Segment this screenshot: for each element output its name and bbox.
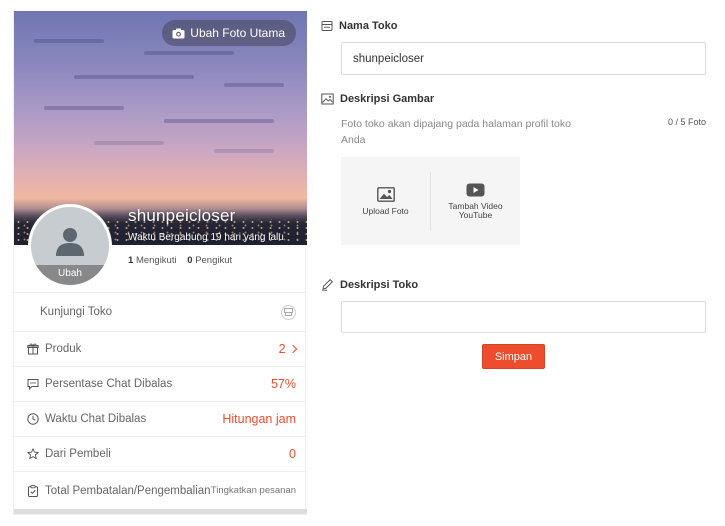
follow-stats: 1 Mengikuti 0 Pengikut (128, 255, 232, 266)
shop-desc-field-label: Deskripsi Toko (321, 278, 418, 291)
youtube-play-icon (466, 183, 485, 196)
shop-name-input-value: shunpeicloser (353, 52, 424, 65)
shop-name-heading: shunpeicloser (128, 206, 236, 225)
products-value: 2 (279, 342, 298, 356)
shop-name-input[interactable]: shunpeicloser (341, 42, 706, 75)
camera-icon (172, 28, 185, 39)
cancellation-hint: Tingkatkan pesanan (210, 485, 296, 496)
shop-desc-input[interactable] (341, 301, 706, 333)
chat-time-label: Waktu Chat Dibalas (45, 413, 147, 425)
following-count: 1 (128, 255, 134, 266)
pencil-icon (322, 279, 333, 291)
chat-rate-value: 57% (270, 377, 296, 391)
chat-bubble-icon (27, 378, 39, 390)
chevron-right-icon (288, 344, 298, 354)
ratings-row: Dari Pembeli 0 (14, 436, 307, 471)
save-button[interactable]: Simpan (482, 344, 545, 369)
image-counter: 0 / 5 Foto (667, 117, 706, 127)
followers-label: Pengikut (195, 255, 233, 266)
photo-icon (376, 186, 395, 202)
avatar-edit-button[interactable]: Ubah (31, 265, 109, 285)
products-label: Produk (45, 343, 82, 355)
cancellation-label: Total Pembatalan/Pengembalian (45, 484, 211, 497)
upload-photo-button[interactable]: Upload Foto (341, 157, 430, 245)
shop-name-field-label: Nama Toko (321, 20, 397, 32)
visit-shop-row[interactable]: Kunjungi Toko (14, 292, 307, 331)
cancellation-row: Total Pembatalan/Pengembalian Tingkatkan… (14, 471, 307, 509)
upload-photo-label: Upload Foto (362, 205, 409, 216)
gift-box-icon (27, 343, 39, 355)
image-desc-label-text: Deskripsi Gambar (340, 93, 435, 105)
scroll-bar[interactable] (14, 509, 307, 514)
visit-shop-label: Kunjungi Toko (40, 306, 113, 318)
following-label: Mengikuti (135, 255, 177, 266)
products-row[interactable]: Produk 2 (14, 331, 307, 366)
add-video-label: Tambah Video YouTube (448, 200, 503, 220)
avatar[interactable]: Ubah (28, 204, 112, 288)
card-icon (321, 21, 333, 31)
media-upload-box: Upload Foto Tambah Video YouTube (341, 157, 520, 245)
ratings-label: Dari Pembeli (45, 448, 111, 460)
chat-time-value: Hitungan jam (222, 412, 296, 426)
followers-count: 0 (187, 255, 193, 266)
add-youtube-video-button[interactable]: Tambah Video YouTube (431, 157, 520, 245)
image-desc-help-text: Foto toko akan dipajang pada halaman pro… (341, 118, 571, 146)
shop-name-label-text: Nama Toko (339, 20, 398, 32)
image-desc-field-label: Deskripsi Gambar (321, 93, 434, 105)
storefront-icon (281, 304, 296, 320)
shop-profile-card: Ubah Foto Utama shunpeicloser Waktu Berg… (13, 11, 307, 515)
chat-time-row: Waktu Chat Dibalas Hitungan jam (14, 401, 307, 436)
clipboard-icon (27, 484, 39, 497)
joined-time: Waktu Bergabung 19 hari yang lalu (128, 232, 284, 243)
image-icon (321, 93, 334, 105)
change-cover-photo-button[interactable]: Ubah Foto Utama (162, 20, 296, 46)
chat-rate-label: Persentase Chat Dibalas (45, 378, 173, 390)
chat-rate-row: Persentase Chat Dibalas 57% (14, 366, 307, 401)
clock-icon (27, 413, 39, 425)
star-icon (27, 448, 39, 460)
shop-desc-label-text: Deskripsi Toko (340, 278, 419, 291)
ratings-value: 0 (289, 447, 296, 461)
change-cover-photo-label: Ubah Foto Utama (190, 26, 285, 40)
user-silhouette-icon (56, 228, 84, 256)
